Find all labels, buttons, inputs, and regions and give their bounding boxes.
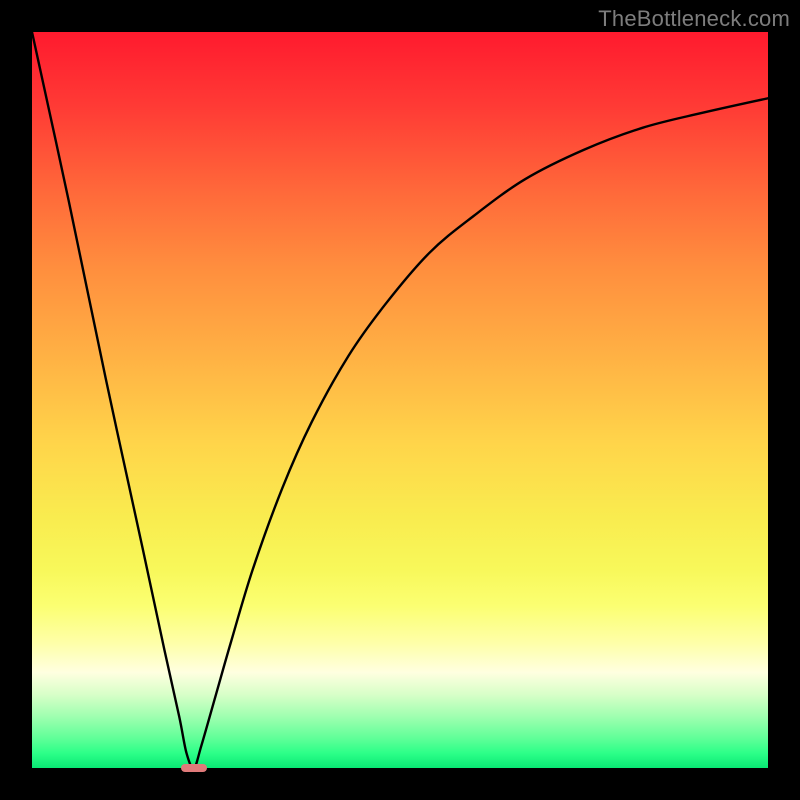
min-marker <box>181 764 207 773</box>
curve-layer <box>32 32 768 768</box>
plot-area <box>32 32 768 768</box>
watermark-text: TheBottleneck.com <box>598 6 790 32</box>
bottleneck-curve <box>32 32 768 768</box>
chart-frame: TheBottleneck.com <box>0 0 800 800</box>
